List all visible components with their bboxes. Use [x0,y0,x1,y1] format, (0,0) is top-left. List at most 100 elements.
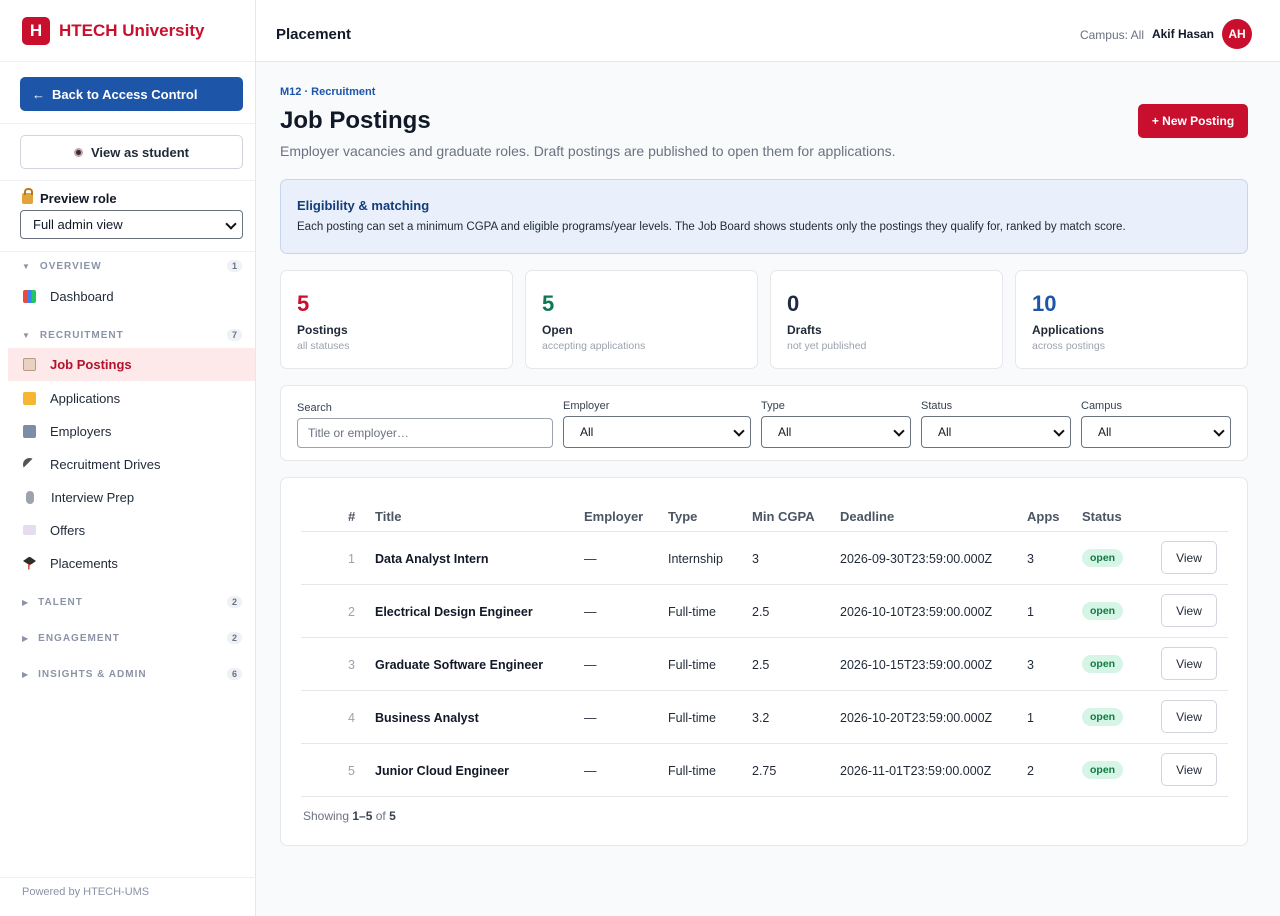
row-number: 3 [348,658,355,672]
microphone-stand-icon [26,490,34,504]
search-input[interactable]: Title or employer… [297,418,553,448]
sidebar-item-label: Placements [50,555,118,571]
view-button[interactable]: View [1161,753,1217,786]
campus-label: Campus [1081,400,1122,412]
stat-label: Postings [297,323,348,337]
type-select[interactable]: All [761,416,911,448]
search-label: Search [297,402,332,414]
row-deadline: 2026-09-30T23:59:00.000Z [840,552,993,566]
table-row[interactable]: 3 Graduate Software Engineer — Full-time… [301,638,1228,691]
powered-by: Powered by HTECH-UMS [22,886,150,898]
sidebar-item-label: Job Postings [50,357,132,372]
status-badge: open [1082,761,1124,779]
info-text: Each posting can set a minimum CGPA and … [297,221,1126,233]
row-number: 2 [348,605,355,619]
row-title[interactable]: Graduate Software Engineer [375,658,543,672]
section-engagement[interactable]: ▶ ENGAGEMENT 2 [22,632,242,644]
stat-sub: accepting applications [542,340,646,352]
section-overview[interactable]: ▼ OVERVIEW 1 [22,260,242,272]
row-number: 1 [348,552,355,566]
section-recruitment[interactable]: ▼ RECRUITMENT 7 [22,329,242,341]
view-as-student-button[interactable]: View as student [20,135,243,169]
row-title[interactable]: Junior Cloud Engineer [375,764,509,778]
view-button[interactable]: View [1161,541,1217,574]
select-value: All [1098,425,1112,439]
row-title[interactable]: Electrical Design Engineer [375,605,533,619]
view-button[interactable]: View [1161,594,1217,627]
row-title[interactable]: Business Analyst [375,711,479,725]
table-row[interactable]: 5 Junior Cloud Engineer — Full-time 2.75… [301,744,1228,797]
chevron-down-icon [1213,425,1225,437]
stat-value: 10 [1032,291,1057,316]
sidebar-item-dashboard[interactable]: Dashboard [8,280,255,312]
sidebar-item-recruitment-drives[interactable]: Recruitment Drives [8,448,255,480]
building-icon [23,424,36,438]
sidebar-item-employers[interactable]: Employers [8,415,255,447]
sidebar-item-offers[interactable]: Offers [8,514,255,546]
view-button[interactable]: View [1161,647,1217,680]
showing-total: 5 [389,809,396,823]
row-type: Full-time [668,764,716,778]
row-apps: 1 [1027,711,1034,725]
avatar[interactable]: AH [1222,19,1252,49]
preview-role-select[interactable]: Full admin view [20,210,243,239]
sidebar-item-interview-prep[interactable]: Interview Prep [8,481,255,513]
brand-name[interactable]: HTECH University [59,21,204,41]
section-label: INSIGHTS & ADMIN [38,668,147,680]
sidebar-item-job-postings[interactable]: Job Postings [8,348,255,381]
column-header-apps[interactable]: Apps [1027,509,1060,524]
row-employer: — [584,605,597,619]
row-employer: — [584,658,597,672]
user-name[interactable]: Akif Hasan [1152,27,1214,41]
campus-select[interactable]: All [1081,416,1231,448]
module-title: Placement [276,26,352,43]
table-row[interactable]: 2 Electrical Design Engineer — Full-time… [301,585,1228,638]
section-label: ENGAGEMENT [38,632,120,644]
brand-logo[interactable]: H [22,16,50,45]
sidebar-item-label: Dashboard [50,288,114,304]
sidebar-item-label: Offers [50,522,86,538]
column-header-deadline[interactable]: Deadline [840,509,894,524]
row-deadline: 2026-11-01T23:59:00.000Z [840,764,992,778]
stat-card-postings: 5 Postings all statuses [280,270,513,369]
column-header-type[interactable]: Type [668,509,697,524]
row-title[interactable]: Data Analyst Intern [375,552,488,566]
section-insights-admin[interactable]: ▶ INSIGHTS & ADMIN 6 [22,668,242,680]
count-badge: 7 [226,329,242,341]
column-header-min-cgpa[interactable]: Min CGPA [752,509,815,524]
view-button[interactable]: View [1161,700,1217,733]
stat-card-applications: 10 Applications across postings [1015,270,1248,369]
column-header-title[interactable]: Title [375,509,402,524]
table-row[interactable]: 1 Data Analyst Intern — Internship 3 202… [301,532,1228,585]
row-min-cgpa: 2.75 [752,764,777,778]
showing-of: of [375,809,386,823]
table-row[interactable]: 4 Business Analyst — Full-time 3.2 2026-… [301,691,1228,744]
stat-value: 0 [787,291,800,316]
stat-sub: across postings [1032,340,1105,352]
status-select[interactable]: All [921,416,1071,448]
caret-down-icon: ▼ [22,261,31,271]
lock-icon [22,188,33,204]
status-label: Status [921,400,953,412]
sidebar: H HTECH University ← Back to Access Cont… [0,0,256,916]
view-as-student-label: View as student [90,144,189,160]
count-badge: 6 [226,668,242,680]
campus-indicator[interactable]: Campus: All [1080,28,1144,42]
chevron-down-icon [893,425,905,437]
row-type: Full-time [668,605,716,619]
column-header-status[interactable]: Status [1082,509,1122,524]
sidebar-item-label: Applications [50,390,121,406]
section-talent[interactable]: ▶ TALENT 2 [22,596,242,608]
top-bar: Placement Campus: All Akif Hasan AH [256,0,1280,62]
column-header-employer[interactable]: Employer [584,509,643,524]
sidebar-item-applications[interactable]: Applications [8,382,255,414]
row-type: Internship [668,552,723,566]
back-to-access-control-button[interactable]: ← Back to Access Control [20,77,243,111]
microphone-icon [23,457,36,471]
sidebar-item-placements[interactable]: Placements [8,547,255,579]
new-posting-button[interactable]: + New Posting [1138,104,1248,138]
page-title: Job Postings [280,107,431,134]
employer-select[interactable]: All [563,416,751,448]
section-label: RECRUITMENT [39,329,124,341]
showing-range: 1–5 [352,809,373,823]
